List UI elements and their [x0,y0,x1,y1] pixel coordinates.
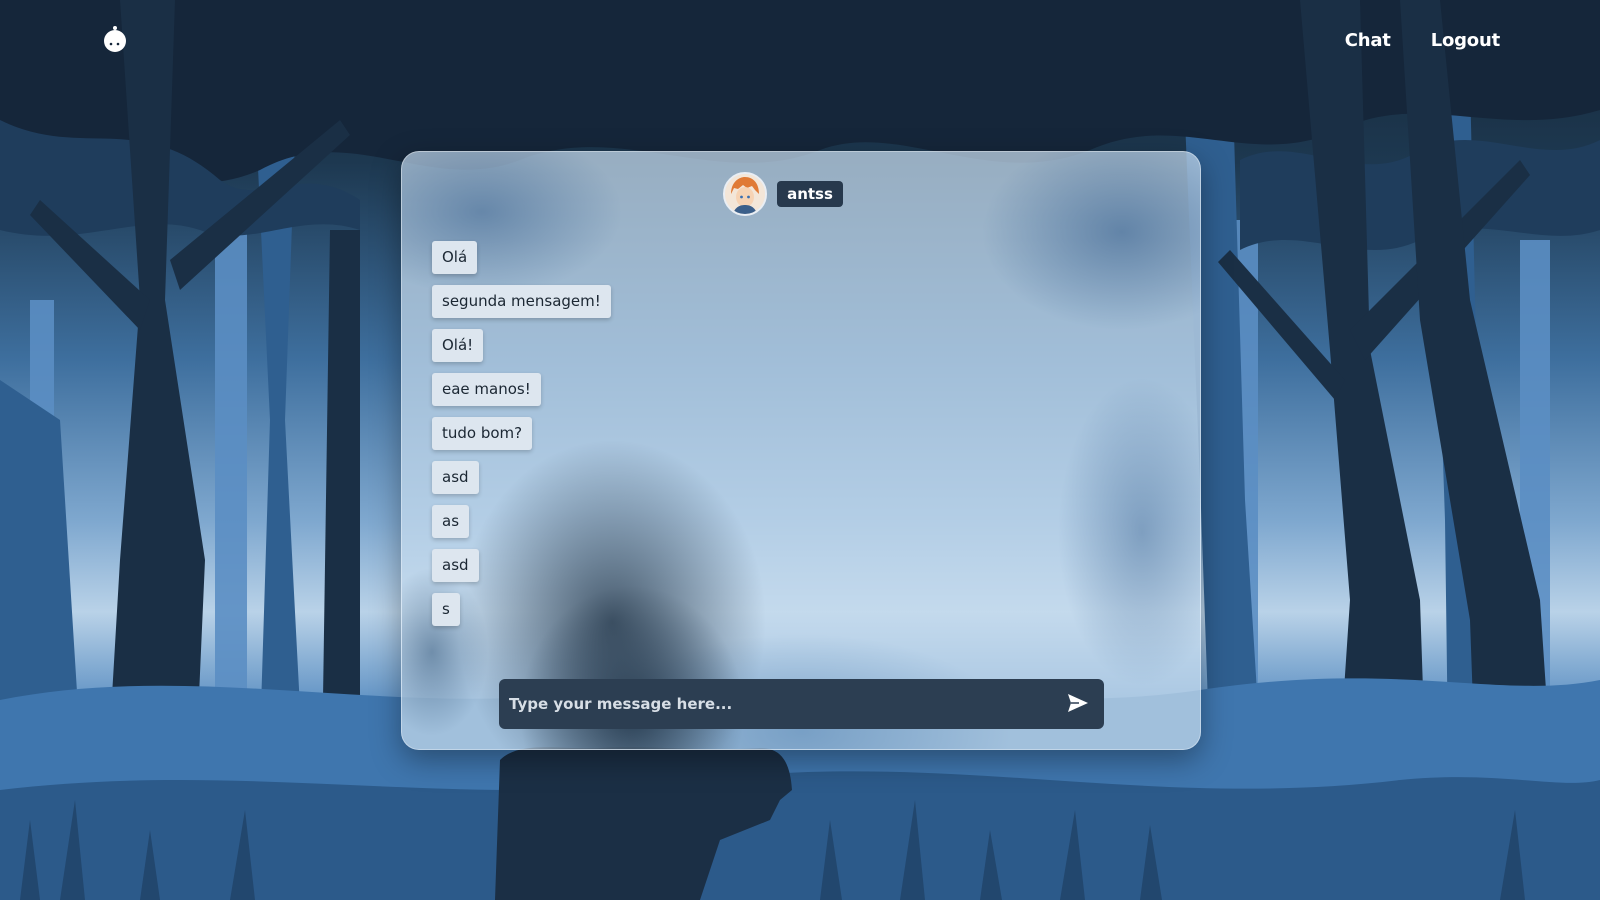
chat-username: antss [777,181,843,207]
message-composer [499,679,1104,729]
top-navbar: Chat Logout [0,0,1600,88]
message-bubble: asd [432,461,479,494]
message-bubble: Olá [432,241,478,274]
chat-header: antss [402,172,1200,216]
send-icon [1067,693,1089,716]
message-bubble: segunda mensagem! [432,285,611,318]
user-avatar [723,172,768,216]
message-bubble: eae manos! [432,373,541,406]
nav-link-logout[interactable]: Logout [1431,30,1501,51]
nav-link-chat[interactable]: Chat [1345,30,1391,51]
message-bubble: Olá! [432,329,484,362]
message-list: Olá segunda mensagem! Olá! eae manos! tu… [432,241,611,626]
message-input[interactable] [499,679,1056,729]
message-bubble: s [432,593,460,626]
ghost-logo-icon[interactable] [98,22,132,56]
nav-links: Chat Logout [1345,30,1500,51]
message-bubble: tudo bom? [432,417,533,450]
message-bubble: asd [432,549,479,582]
message-bubble: as [432,505,470,538]
send-button[interactable] [1056,682,1100,726]
chat-panel: antss Olá segunda mensagem! Olá! eae man… [401,151,1201,750]
